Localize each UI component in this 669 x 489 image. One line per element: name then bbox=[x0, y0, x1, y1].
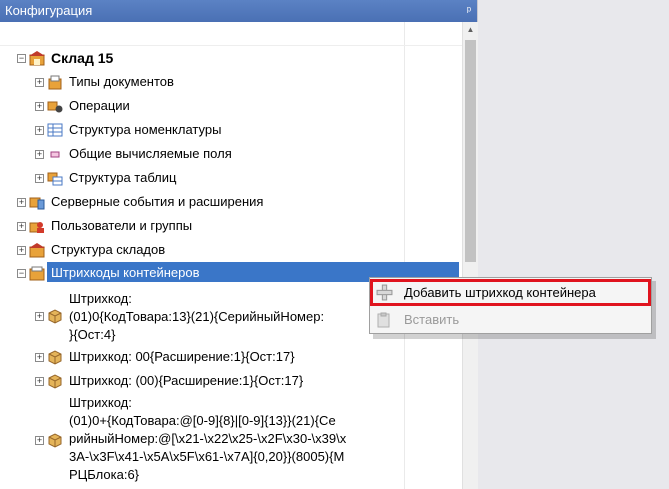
expand-icon[interactable]: + bbox=[35, 78, 44, 87]
box-icon bbox=[48, 350, 62, 365]
tree-node-label: Штрихкоды контейнеров bbox=[51, 265, 200, 280]
barcode-item[interactable]: + Штрихкод: (01)0+{КодТовара:@[0-9]{8}|[… bbox=[0, 393, 404, 489]
vertical-scrollbar[interactable]: ▲ bbox=[462, 22, 478, 489]
expand-icon[interactable]: + bbox=[17, 246, 26, 255]
expand-icon[interactable]: + bbox=[35, 150, 44, 159]
barcode-line: Штрихкод: (00){Расширение:1}{Ост:17} bbox=[69, 373, 304, 388]
pin-icon[interactable]: ᵖ bbox=[467, 0, 471, 22]
tree-node-label: Склад 15 bbox=[51, 50, 114, 66]
expand-icon[interactable]: + bbox=[35, 377, 44, 386]
barcode-line: (01)0+{КодТовара:@[0-9]{8}|[0-9]{13}}(21… bbox=[69, 413, 336, 428]
context-menu: Добавить штрихкод контейнера Вставить bbox=[369, 277, 652, 334]
warehouse-icon bbox=[29, 51, 45, 66]
expand-icon[interactable]: + bbox=[35, 436, 44, 445]
menu-item-label: Добавить штрихкод контейнера bbox=[404, 285, 596, 300]
users-icon bbox=[29, 222, 44, 233]
table-structure-icon bbox=[47, 172, 63, 186]
expand-icon[interactable]: + bbox=[35, 102, 44, 111]
expand-icon[interactable]: + bbox=[35, 174, 44, 183]
barcode-line: 3A-\x3F\x41-\x5A\x5F\x61-\x7A]{0,20}}(80… bbox=[69, 449, 345, 464]
barcode-line: }{Ост:4} bbox=[69, 327, 116, 342]
table-icon bbox=[47, 123, 63, 137]
tree-node-computed-fields[interactable]: + Общие вычисляемые поля bbox=[0, 143, 460, 165]
tree-node-label: Операции bbox=[69, 98, 130, 113]
barcode-line: (01)0{КодТовара:13}(21){СерийныйНомер: bbox=[69, 309, 325, 324]
collapse-icon[interactable]: − bbox=[17, 269, 26, 278]
tree-node-label: Структура номенклатуры bbox=[69, 122, 222, 137]
add-plus-icon bbox=[376, 284, 393, 301]
tree-node-warehouse-structure[interactable]: + Структура складов bbox=[0, 239, 460, 261]
expand-icon[interactable]: + bbox=[17, 198, 26, 207]
paste-menu-item[interactable]: Вставить bbox=[370, 308, 651, 332]
panel-title-bar: Конфигурация ᵖ bbox=[0, 0, 477, 22]
barcode-line: рийныйНомер:@[\x21-\x22\x25-\x2F\x30-\x3… bbox=[69, 431, 347, 446]
box-icon bbox=[48, 374, 62, 389]
tree-node-users-groups[interactable]: + Пользователи и группы bbox=[0, 215, 460, 237]
row-divider bbox=[0, 45, 462, 46]
tree-node-label: Типы документов bbox=[69, 74, 174, 89]
tree-node-server-events[interactable]: + Серверные события и расширения bbox=[0, 191, 460, 213]
tree-node-label: Структура складов bbox=[51, 242, 166, 257]
warehouse-structure-icon bbox=[29, 243, 45, 258]
tree-node-document-types[interactable]: + Типы документов bbox=[0, 71, 460, 93]
add-container-barcode-menu-item[interactable]: Добавить штрихкод контейнера bbox=[370, 279, 651, 306]
barcode-line: РЦБлока:6} bbox=[69, 467, 140, 482]
field-icon bbox=[50, 151, 60, 158]
operations-icon bbox=[47, 101, 63, 113]
box-icon bbox=[48, 309, 62, 324]
tree-node-label: Структура таблиц bbox=[69, 170, 177, 185]
tree-node-label: Серверные события и расширения bbox=[51, 194, 264, 209]
barcode-item[interactable]: + Штрихкод: (00){Расширение:1}{Ост:17} bbox=[0, 370, 460, 392]
menu-item-label: Вставить bbox=[404, 312, 460, 327]
expand-icon[interactable]: + bbox=[35, 126, 44, 135]
container-barcodes-icon bbox=[29, 266, 45, 281]
scroll-up-arrow-icon[interactable]: ▲ bbox=[463, 22, 478, 38]
tree-node-table-structure[interactable]: + Структура таблиц bbox=[0, 167, 460, 189]
panel-title: Конфигурация bbox=[5, 3, 93, 18]
expand-icon[interactable]: + bbox=[17, 222, 26, 231]
paste-icon bbox=[377, 312, 390, 328]
tree-node-operations[interactable]: + Операции bbox=[0, 95, 460, 117]
document-types-icon bbox=[48, 75, 62, 90]
barcode-line: Штрихкод: 00{Расширение:1}{Ост:17} bbox=[69, 349, 295, 364]
collapse-icon[interactable]: − bbox=[17, 54, 26, 63]
tree-node-label: Пользователи и группы bbox=[51, 218, 193, 233]
expand-icon[interactable]: + bbox=[35, 353, 44, 362]
expand-icon[interactable]: + bbox=[35, 312, 44, 321]
configuration-tree: − Склад 15 + Типы документов + Операции … bbox=[0, 22, 462, 489]
barcode-item[interactable]: + Штрихкод: (01)0{КодТовара:13}(21){Сери… bbox=[0, 288, 400, 344]
barcode-line: Штрихкод: bbox=[69, 291, 132, 306]
tree-node-label: Общие вычисляемые поля bbox=[69, 146, 232, 161]
tree-node-nomenclature-structure[interactable]: + Структура номенклатуры bbox=[0, 119, 460, 141]
right-panel-area bbox=[477, 0, 669, 489]
barcode-line: Штрихкод: bbox=[69, 395, 132, 410]
tree-node-root[interactable]: − Склад 15 bbox=[0, 47, 460, 69]
scroll-thumb[interactable] bbox=[465, 40, 476, 262]
barcode-item[interactable]: + Штрихкод: 00{Расширение:1}{Ост:17} bbox=[0, 346, 460, 368]
box-icon bbox=[48, 433, 62, 448]
server-events-icon bbox=[29, 197, 45, 210]
